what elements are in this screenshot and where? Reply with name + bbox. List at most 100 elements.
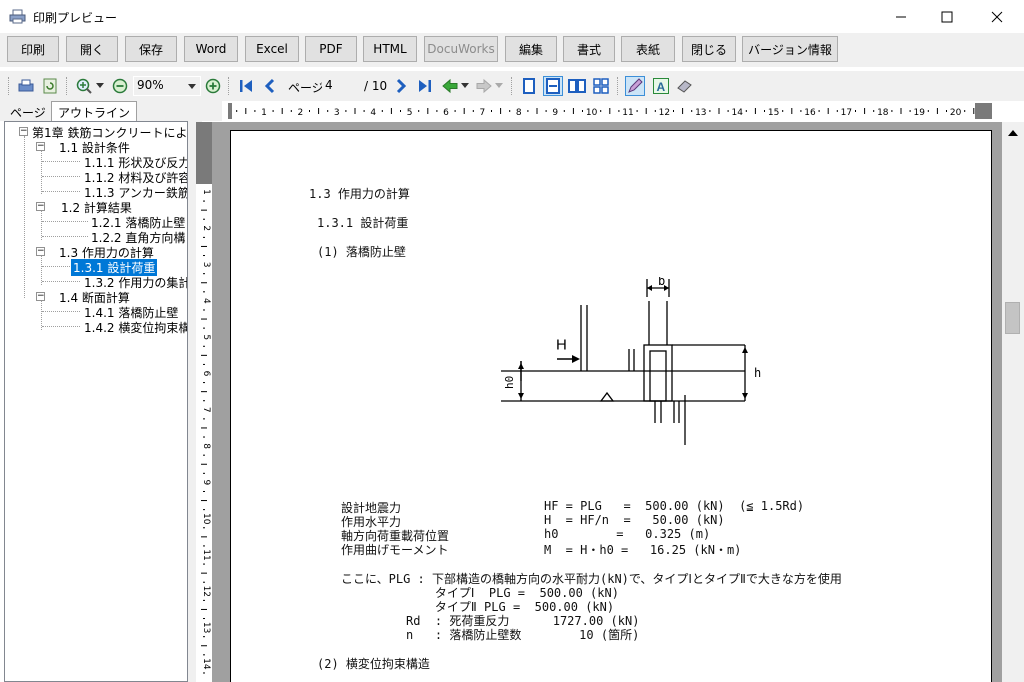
- last-page-icon[interactable]: [415, 76, 435, 96]
- tree-line: [42, 221, 88, 222]
- ruler-number: 1: [201, 189, 211, 195]
- format-button[interactable]: 書式: [563, 36, 615, 62]
- zoom-select[interactable]: 90%: [133, 76, 201, 96]
- maximize-icon: [941, 11, 953, 22]
- tree-line: [42, 281, 80, 282]
- preview-toolbar: 90% ページ 4 / 10 A: [0, 71, 1024, 101]
- page-number-input[interactable]: 4: [322, 76, 358, 96]
- ruler-number: 16: [804, 108, 816, 118]
- preview-scrollbar[interactable]: [1002, 122, 1024, 682]
- single-page-icon[interactable]: [519, 76, 539, 96]
- param-value: H = HF/n = 50.00 (kN): [544, 513, 725, 527]
- refresh-icon[interactable]: [40, 76, 60, 96]
- forward-dropdown-icon[interactable]: [493, 76, 505, 96]
- command-toolbar: 印刷 開く 保存 Word Excel PDF HTML DocuWorks 編…: [0, 33, 1024, 67]
- open-button[interactable]: 開く: [66, 36, 118, 62]
- word-button[interactable]: Word: [184, 36, 238, 62]
- ruler-number: 13: [201, 622, 211, 633]
- zoom-in-icon[interactable]: [74, 76, 94, 96]
- dim-b-label: b: [658, 277, 665, 288]
- scrollbar-thumb[interactable]: [1005, 302, 1020, 334]
- back-arrow-icon[interactable]: [440, 76, 460, 96]
- page-total: / 10: [364, 79, 388, 93]
- ruler-number: 12: [201, 586, 211, 597]
- version-info-button[interactable]: バージョン情報: [742, 36, 838, 62]
- wall-diagram: b H h0 h: [501, 277, 761, 445]
- zoom-value: 90%: [137, 78, 164, 92]
- preview-area[interactable]: 1.3 作用力の計算 1.3.1 設計荷重 (1) 落橋防止壁 b H h0 h…: [212, 122, 1002, 682]
- param-value: HF = PLG = 500.00 (kN) (≦ 1.5Rd): [544, 499, 805, 513]
- ruler-number: 1: [261, 108, 267, 118]
- ruler-margin: [196, 122, 212, 184]
- save-button[interactable]: 保存: [125, 36, 177, 62]
- ruler-ticks: 123456789101112131415: [201, 189, 211, 674]
- pen-tool-icon[interactable]: [625, 76, 645, 96]
- close-preview-button[interactable]: 閉じる: [682, 36, 736, 62]
- zoom-in-dropdown-icon[interactable]: [94, 76, 106, 96]
- first-page-icon[interactable]: [236, 76, 256, 96]
- html-button[interactable]: HTML: [363, 36, 417, 62]
- ruler-number: 9: [201, 480, 211, 486]
- svg-text:A: A: [657, 80, 666, 94]
- print-button[interactable]: 印刷: [7, 36, 59, 62]
- edit-button[interactable]: 編集: [505, 36, 557, 62]
- ruler-number: 15: [768, 108, 779, 118]
- ruler-number: 11: [622, 108, 633, 118]
- close-icon: [991, 11, 1003, 22]
- close-button[interactable]: [974, 0, 1020, 33]
- maximize-button[interactable]: [924, 0, 970, 33]
- print-setup-icon[interactable]: [16, 76, 36, 96]
- dim-h-label: h: [754, 366, 761, 380]
- text-box-icon[interactable]: A: [651, 76, 671, 96]
- scroll-up-arrow-icon[interactable]: [1008, 129, 1018, 136]
- ruler-number: 4: [370, 108, 376, 118]
- ruler-margin: [975, 103, 992, 119]
- collapse-1-1-toggle[interactable]: −: [36, 142, 45, 151]
- collapse-1-2-toggle[interactable]: −: [36, 202, 45, 211]
- subsection-heading: 1.3.1 設計荷重: [317, 216, 409, 230]
- pdf-button[interactable]: PDF: [305, 36, 357, 62]
- excel-button[interactable]: Excel: [245, 36, 299, 62]
- param-name: 作用曲げモーメント: [341, 543, 449, 557]
- tree-line: [42, 191, 80, 192]
- outline-item[interactable]: 1.4.2 横変位拘束構: [84, 319, 187, 336]
- zoom-out-icon[interactable]: [110, 76, 130, 96]
- tree-line: [42, 311, 80, 312]
- four-page-icon[interactable]: [591, 76, 611, 96]
- ruler-number: 5: [201, 334, 211, 340]
- page-label: ページ: [288, 81, 324, 95]
- dim-h0-label: h0: [503, 376, 516, 389]
- next-page-icon[interactable]: [391, 76, 411, 96]
- param-value: M = H・h0 = 16.25 (kN・m): [544, 543, 742, 557]
- side-tabs: ページ アウトライン: [0, 101, 222, 122]
- minimize-button[interactable]: [878, 0, 924, 33]
- tab-outline[interactable]: アウトライン: [51, 101, 138, 122]
- eraser-icon[interactable]: [675, 76, 695, 96]
- ruler-number: 3: [201, 262, 211, 268]
- docuworks-button[interactable]: DocuWorks: [424, 36, 498, 62]
- cover-button[interactable]: 表紙: [621, 36, 675, 62]
- vertical-ruler: 123456789101112131415: [196, 122, 212, 682]
- ruler-number: 10: [586, 108, 598, 118]
- collapse-1-4-toggle[interactable]: −: [36, 292, 45, 301]
- forward-arrow-icon[interactable]: [474, 76, 494, 96]
- ruler-number: 17: [841, 108, 852, 118]
- ruler-number: 10: [201, 513, 211, 525]
- tree-line: [42, 266, 70, 267]
- collapse-chapter1-toggle[interactable]: −: [19, 127, 28, 136]
- ruler-ticks: 1 2 3 4 5 6 7 8 9 10 11 12 13 14 15 16 17 18 19 20: [236, 108, 975, 118]
- previous-page-icon[interactable]: [260, 76, 280, 96]
- page-width-icon[interactable]: [543, 76, 563, 96]
- tree-line: [41, 150, 42, 194]
- zoom-fit-icon[interactable]: [203, 76, 223, 96]
- collapse-1-3-toggle[interactable]: −: [36, 247, 45, 256]
- document-page: 1.3 作用力の計算 1.3.1 設計荷重 (1) 落橋防止壁 b H h0 h…: [230, 130, 992, 682]
- two-page-icon[interactable]: [567, 76, 587, 96]
- ruler-number: 7: [201, 407, 211, 413]
- ruler-number: 6: [201, 371, 211, 377]
- back-dropdown-icon[interactable]: [459, 76, 471, 96]
- tab-pages[interactable]: ページ: [4, 102, 52, 121]
- item-heading: (2) 横変位拘束構造: [317, 657, 430, 671]
- section-heading: 1.3 作用力の計算: [309, 187, 410, 201]
- tree-line: [42, 176, 80, 177]
